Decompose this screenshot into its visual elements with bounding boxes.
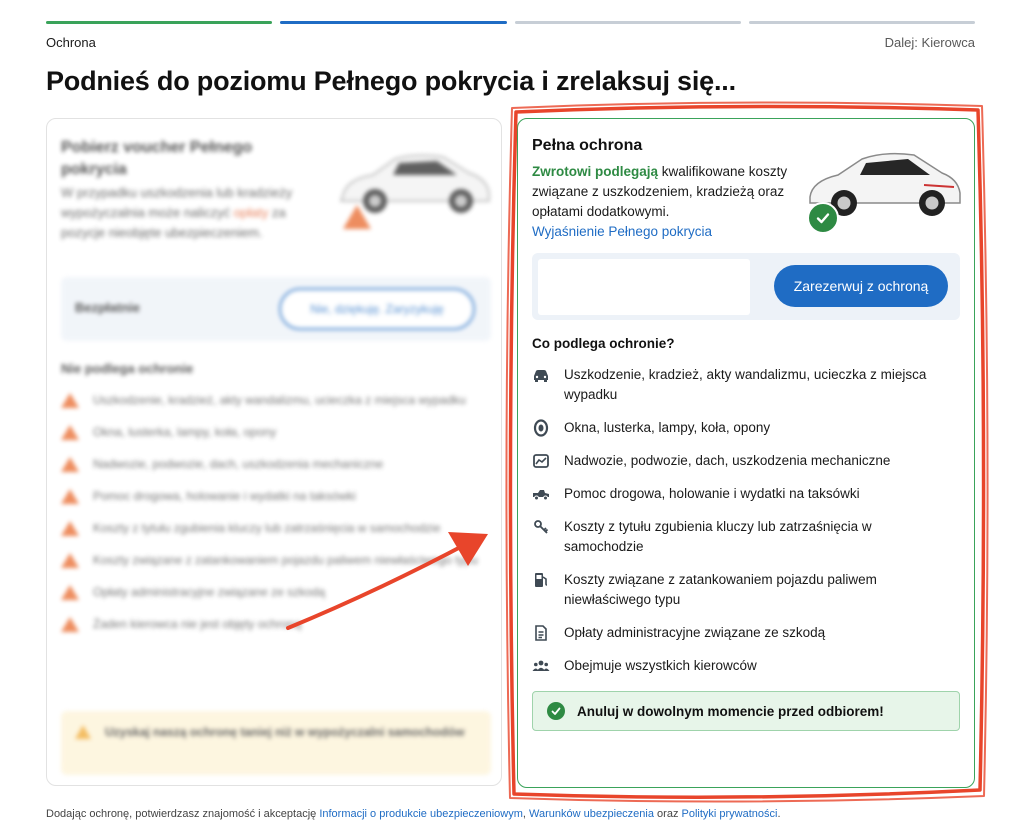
price-free-label: Bezpłatnie [75, 300, 141, 315]
insurance-terms-link[interactable]: Warunków ubezpieczenia [529, 808, 654, 820]
basic-option-card: Pobierz voucher Pełnego pokrycia W przyp… [46, 118, 502, 786]
product-info-link[interactable]: Informacji o produkcie ubezpieczeniowym [319, 808, 523, 820]
list-item: Uszkodzenie, kradzież, akty wandalizmu, … [532, 365, 952, 405]
car-icon [534, 370, 548, 382]
list-item: Pomoc drogowa, holowanie i wydatki na ta… [61, 487, 481, 506]
progress-step-1 [46, 21, 273, 24]
list-item: Żaden kierowca nie jest objęty ochroną [61, 615, 481, 634]
full-coverage-explanation-link[interactable]: Wyjaśnienie Pełnego pokrycia [532, 224, 712, 239]
not-covered-list: Uszkodzenie, kradzież, akty wandalizmu, … [61, 391, 481, 647]
step-progress-bar [46, 21, 975, 25]
basic-card-title: Pobierz voucher Pełnego pokrycia [61, 139, 253, 178]
document-icon [535, 625, 547, 641]
list-item: Okna, lusterka, lampy, koła, opony [532, 418, 952, 438]
basic-card-description: W przypadku uszkodzenia lub kradzieży wy… [61, 185, 293, 240]
list-item: Koszty związane z zatankowaniem pojazdu … [61, 551, 481, 570]
full-protection-card: Pełna ochrona Zwrotowi podlegają kwalifi… [517, 118, 975, 788]
list-item: Okna, lusterka, lampy, koła, opony [61, 423, 481, 442]
car-body-icon [533, 454, 549, 468]
list-item: Obejmuje wszystkich kierowców [532, 656, 952, 676]
warning-icon [61, 585, 79, 600]
page-title: Podnieś do poziomu Pełnego pokrycia i zr… [46, 66, 736, 96]
free-cancellation-note: Anuluj w dowolnym momencie przed odbiore… [532, 691, 960, 731]
list-item: Koszty z tytułu zgubienia kluczy lub zat… [532, 517, 952, 557]
list-item: Koszty z tytułu zgubienia kluczy lub zat… [61, 519, 481, 538]
progress-step-2 [280, 21, 507, 24]
warning-icon [61, 553, 79, 568]
check-circle-icon [547, 702, 565, 720]
people-icon [532, 660, 550, 671]
covered-heading: Co podlega ochronie? [532, 336, 675, 351]
decline-protection-button[interactable]: Nie, dziękuję. Zaryzykuję [279, 288, 475, 330]
check-icon [807, 202, 839, 234]
full-protection-title: Pełna ochrona [532, 137, 643, 154]
progress-step-4 [748, 21, 975, 24]
cheaper-note: Uzyskaj naszą ochronę taniej niż w wypoż… [61, 711, 491, 775]
booking-bar: Zarezerwuj z ochroną [532, 253, 960, 320]
list-item: Opłaty administracyjne związane ze szkod… [61, 583, 481, 602]
warning-icon [343, 205, 371, 229]
not-covered-heading: Nie podlega ochronie [61, 361, 194, 376]
progress-step-3 [514, 21, 741, 24]
book-with-protection-button[interactable]: Zarezerwuj z ochroną [774, 265, 948, 307]
list-item: Opłaty administracyjne związane ze szkod… [532, 623, 952, 643]
warning-icon [61, 393, 79, 408]
covered-list: Uszkodzenie, kradzież, akty wandalizmu, … [532, 365, 952, 689]
warning-icon [61, 521, 79, 536]
list-item: Nadwozie, podwozie, dach, uszkodzenia me… [61, 455, 481, 474]
warning-icon [61, 457, 79, 472]
tow-truck-icon [533, 490, 549, 501]
list-item: Pomoc drogowa, holowanie i wydatki na ta… [532, 484, 952, 504]
current-step-label: Ochrona [46, 35, 96, 50]
list-item: Uszkodzenie, kradzież, akty wandalizmu, … [61, 391, 481, 410]
warning-icon [75, 725, 91, 739]
next-step-label: Dalej: Kierowca [884, 35, 975, 50]
fuel-pump-icon [535, 573, 548, 587]
warning-icon [61, 425, 79, 440]
tire-icon [533, 419, 549, 437]
warning-icon [61, 617, 79, 632]
list-item: Nadwozie, podwozie, dach, uszkodzenia me… [532, 451, 952, 471]
warning-icon [61, 489, 79, 504]
legal-footer: Dodając ochronę, potwierdzasz znajomość … [46, 808, 781, 820]
keys-icon [534, 520, 549, 534]
basic-price-bar: Bezpłatnie Nie, dziękuję. Zaryzykuję [61, 277, 491, 341]
privacy-policy-link[interactable]: Polityki prywatności [682, 808, 778, 820]
price-area [538, 259, 750, 315]
list-item: Koszty związane z zatankowaniem pojazdu … [532, 570, 952, 610]
full-protection-description: Zwrotowi podlegają kwalifikowane koszty … [532, 164, 788, 239]
